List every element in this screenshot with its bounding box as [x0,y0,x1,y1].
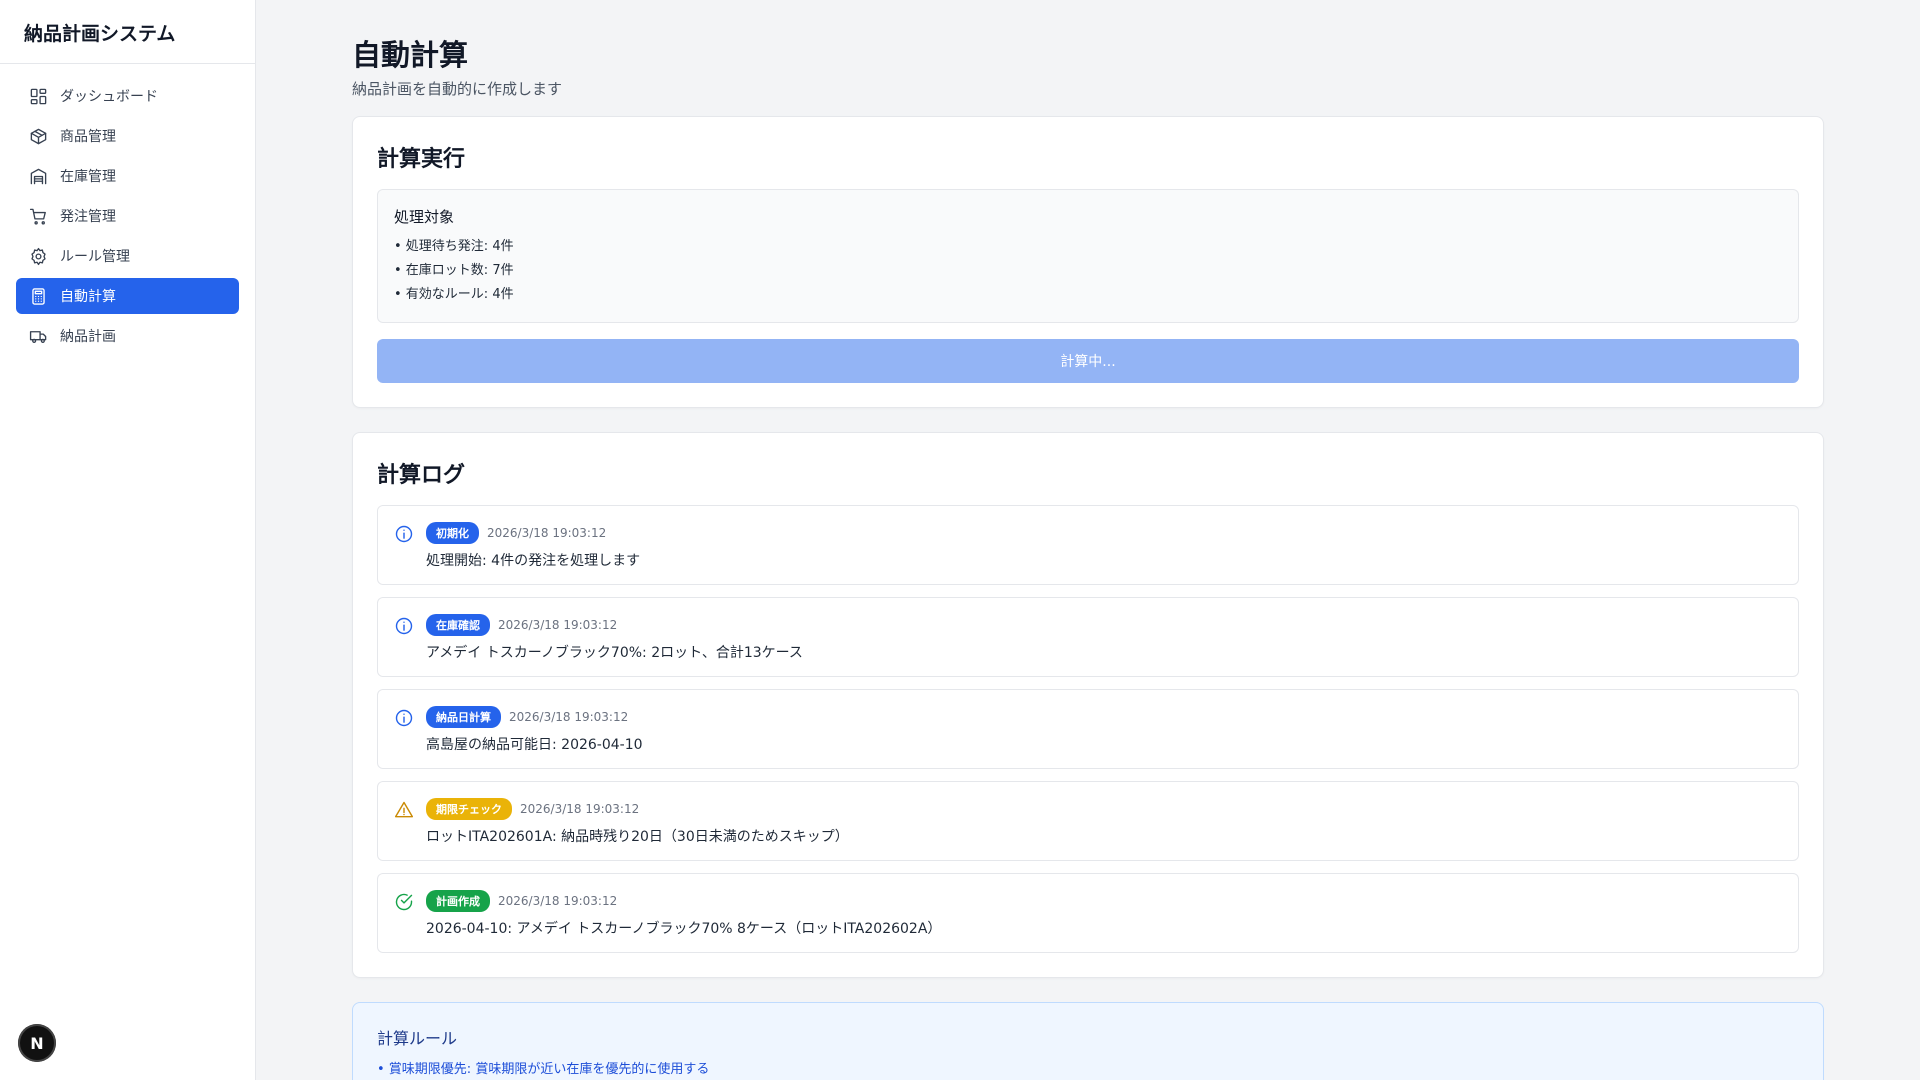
sidebar-item-label: 商品管理 [60,129,116,145]
gear-icon [28,246,48,266]
sidebar-item-label: ルール管理 [60,249,130,265]
log-tag: 計画作成 [426,890,490,912]
log-tag: 在庫確認 [426,614,490,636]
main-content: 自動計算 納品計画を自動的に作成します 計算実行 処理対象 • 処理待ち発注: … [352,0,1824,1080]
sidebar: 納品計画システム ダッシュボード 商品管理 在庫管理 発注管理 ルール管理 自動… [0,0,256,1080]
log-entry: 期限チェック 2026/3/18 19:03:12 ロットITA202601A:… [377,781,1799,861]
log-time: 2026/3/18 19:03:12 [487,526,607,540]
truck-icon [28,326,48,346]
sidebar-item-rules[interactable]: ルール管理 [16,238,239,274]
sidebar-item-dashboard[interactable]: ダッシュボード [16,78,239,114]
rules-title: 計算ルール [377,1029,458,1048]
app-title: 納品計画システム [0,0,255,64]
sidebar-item-label: ダッシュボード [60,89,158,105]
rules-line: • 賞味期限優先: 賞味期限が近い在庫を優先的に使用する [377,1062,710,1077]
log-tag: 納品日計算 [426,706,501,728]
target-line-rules: • 有効なルール: 4件 [394,287,514,302]
page-title: 自動計算 [352,38,469,72]
target-line-orders: • 処理待ち発注: 4件 [394,239,514,254]
sidebar-item-products[interactable]: 商品管理 [16,118,239,154]
page-subtitle: 納品計画を自動的に作成します [352,80,563,98]
log-entry: 納品日計算 2026/3/18 19:03:12 高島屋の納品可能日: 2026… [377,689,1799,769]
log-entry: 初期化 2026/3/18 19:03:12 処理開始: 4件の発注を処理します [377,505,1799,585]
rules-card: 計算ルール • 賞味期限優先: 賞味期限が近い在庫を優先的に使用する [352,1002,1824,1080]
sidebar-item-label: 納品計画 [60,329,116,345]
log-message: 処理開始: 4件の発注を処理します [426,553,641,569]
cart-icon [28,206,48,226]
target-title: 処理対象 [394,208,455,226]
log-message: ロットITA202601A: 納品時残り20日（30日未満のためスキップ） [426,829,849,845]
info-icon [394,616,414,636]
target-line-lots: • 在庫ロット数: 7件 [394,263,514,278]
calculate-button[interactable]: 計算中... [377,339,1799,383]
calculator-icon [28,286,48,306]
exec-card-title: 計算実行 [377,147,466,172]
warning-icon [394,800,414,820]
sidebar-item-label: 在庫管理 [60,169,116,185]
log-time: 2026/3/18 19:03:12 [520,802,640,816]
log-time: 2026/3/18 19:03:12 [498,618,618,632]
target-summary: 処理対象 • 処理待ち発注: 4件 • 在庫ロット数: 7件 • 有効なルール:… [377,189,1799,323]
exec-card: 計算実行 処理対象 • 処理待ち発注: 4件 • 在庫ロット数: 7件 • 有効… [352,116,1824,408]
sidebar-item-delivery-plan[interactable]: 納品計画 [16,318,239,354]
sidebar-nav: ダッシュボード 商品管理 在庫管理 発注管理 ルール管理 自動計算 納品計画 [0,64,255,372]
sidebar-item-inventory[interactable]: 在庫管理 [16,158,239,194]
log-message: 2026-04-10: アメデイ トスカーノブラック70% 8ケース（ロットIT… [426,921,942,937]
info-icon [394,524,414,544]
check-circle-icon [394,892,414,912]
log-entry: 在庫確認 2026/3/18 19:03:12 アメデイ トスカーノブラック70… [377,597,1799,677]
sidebar-item-label: 発注管理 [60,209,116,225]
package-icon [28,126,48,146]
dashboard-icon [28,86,48,106]
log-tag: 初期化 [426,522,479,544]
sidebar-item-label: 自動計算 [60,289,116,305]
sidebar-item-auto-calc[interactable]: 自動計算 [16,278,239,314]
dev-badge-letter: N [30,1033,44,1053]
log-entry: 計画作成 2026/3/18 19:03:12 2026-04-10: アメデイ… [377,873,1799,953]
log-tag: 期限チェック [426,798,512,820]
log-time: 2026/3/18 19:03:12 [509,710,629,724]
log-card-title: 計算ログ [377,463,466,488]
log-card: 計算ログ 初期化 2026/3/18 19:03:12 処理開始: 4件の発注を… [352,432,1824,978]
warehouse-icon [28,166,48,186]
log-message: アメデイ トスカーノブラック70%: 2ロット、合計13ケース [426,645,803,661]
sidebar-item-orders[interactable]: 発注管理 [16,198,239,234]
log-time: 2026/3/18 19:03:12 [498,894,618,908]
info-icon [394,708,414,728]
log-message: 高島屋の納品可能日: 2026-04-10 [426,737,643,753]
dev-badge[interactable]: N [18,1024,56,1062]
